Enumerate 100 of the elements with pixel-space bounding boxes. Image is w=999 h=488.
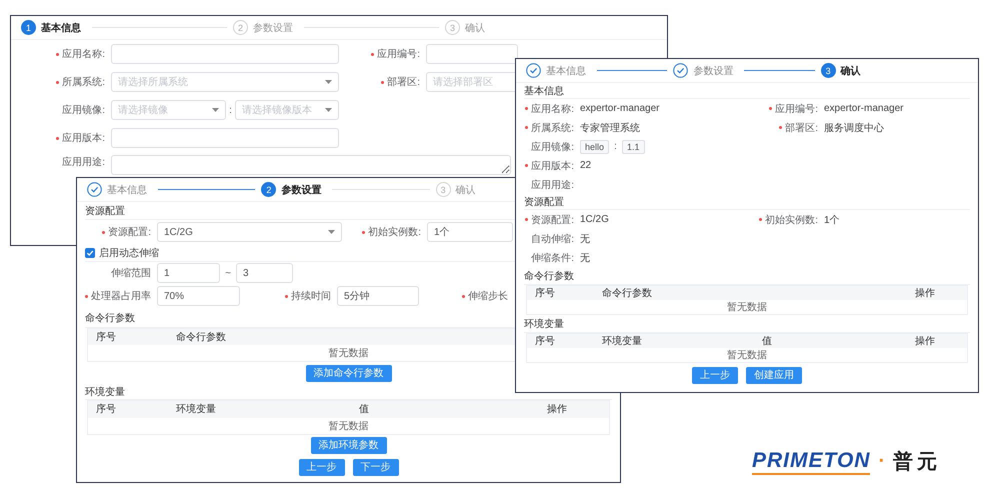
field-label: 资源配置: [108, 226, 151, 239]
field-label: 初始实例数: [368, 226, 421, 239]
field-value: expertor-manager [824, 103, 904, 114]
step-number: 3 [436, 182, 451, 197]
column-header: 值 [762, 335, 772, 348]
field-label: 自动伸缩: [531, 232, 574, 246]
step-title: 参数设置 [281, 184, 322, 196]
field-label: 初始实例数: [765, 214, 818, 226]
step-number: 2 [233, 20, 248, 35]
column-header: 值 [359, 403, 369, 416]
brand-name: 普元 [893, 449, 942, 475]
input-field[interactable] [111, 128, 339, 148]
step-number: 2 [261, 182, 276, 197]
field-label: 部署区: [785, 122, 818, 134]
step-number: 1 [21, 20, 36, 35]
checkbox[interactable] [85, 248, 95, 258]
section-title: 环境变量 [524, 315, 970, 333]
column-header: 序号 [535, 334, 555, 348]
field-value: 服务调度中心 [824, 122, 885, 134]
input-field[interactable]: 3 [236, 263, 293, 283]
field-label: 应用版本: [62, 132, 105, 145]
field-label: 应用版本: [531, 160, 574, 172]
field-value: expertor-manager [580, 103, 660, 114]
caret-down-icon [212, 108, 219, 112]
field-label: 应用用途: [531, 178, 574, 192]
column-header: 命令行参数 [602, 286, 652, 300]
field-label: 所属系统: [531, 122, 574, 134]
column-header: 操作 [915, 287, 935, 300]
field-value: 1个 [824, 214, 841, 226]
step-number: 3 [820, 63, 836, 78]
field-label: 伸缩范围 [111, 266, 151, 280]
field-label: 应用用途: [62, 156, 105, 169]
select-field[interactable]: 请选择镜像 [111, 100, 226, 120]
add-env-button[interactable]: 添加环境参数 [310, 437, 386, 454]
field-value: 无 [580, 232, 591, 246]
separator-text: : [613, 141, 618, 152]
checkbox-label: 启用动态伸缩 [99, 246, 159, 260]
step-title: 基本信息 [41, 22, 81, 34]
select-field[interactable]: 1C/2G [157, 222, 342, 242]
input-field[interactable]: 1 [157, 263, 220, 283]
field-label: 持续时间 [291, 290, 331, 303]
field-value: 22 [580, 160, 592, 171]
section-title: 基本信息 [524, 83, 970, 99]
column-header: 命令行参数 [176, 330, 226, 344]
caret-down-icon [328, 230, 335, 234]
column-header: 序号 [96, 330, 116, 344]
field-label: 应用名称: [531, 102, 574, 116]
field-label: 部署区: [387, 76, 420, 89]
step-title: 基本信息 [546, 64, 586, 78]
empty-text: 暂无数据 [727, 300, 767, 314]
field-label: 所属系统: [62, 76, 105, 89]
input-field[interactable]: 70% [157, 286, 240, 306]
separator-text: : [228, 104, 233, 116]
field-value: 专家管理系统 [580, 122, 641, 134]
field-label: 应用镜像: [62, 104, 105, 117]
input-field[interactable] [111, 44, 339, 64]
empty-text: 暂无数据 [727, 348, 767, 362]
tag: hello [580, 140, 610, 154]
field-label: 伸缩条件: [531, 252, 574, 264]
step-title: 基本信息 [107, 184, 147, 196]
brand-wordmark: PRIMETON [752, 448, 870, 474]
empty-text: 暂无数据 [328, 420, 368, 433]
step-title: 参数设置 [253, 22, 293, 34]
field-value: 无 [580, 252, 591, 264]
column-header: 操作 [547, 403, 567, 416]
step-button[interactable]: 创建应用 [746, 366, 802, 384]
step-button[interactable]: 下一步 [352, 458, 398, 476]
field-label: 处理器占用率 [91, 290, 151, 303]
field-label: 伸缩步长 [468, 290, 508, 303]
step-title: 确认 [456, 184, 476, 196]
field-label: 应用编号: [377, 48, 420, 61]
input-field[interactable] [426, 44, 518, 64]
field-label: 应用名称: [62, 48, 105, 61]
input-field[interactable]: 请选择部署区 [426, 72, 518, 92]
caret-down-icon [325, 108, 332, 112]
step-button[interactable]: 上一步 [692, 366, 738, 384]
step-title: 确认 [465, 22, 485, 34]
section-title: 命令行参数 [524, 267, 970, 285]
column-header: 序号 [96, 402, 116, 416]
column-header: 操作 [915, 335, 935, 348]
step-title: 参数设置 [693, 64, 734, 78]
field-label: 应用编号: [775, 102, 818, 116]
caret-down-icon [325, 80, 332, 84]
add-command-button[interactable]: 添加命令行参数 [306, 364, 392, 382]
empty-text: 暂无数据 [328, 346, 368, 360]
column-header: 环境变量 [602, 334, 642, 348]
textarea-field[interactable] [111, 155, 511, 175]
brand-separator: · [878, 450, 886, 473]
step-title: 确认 [840, 64, 861, 78]
step-number: 3 [445, 20, 460, 35]
select-field[interactable]: 请选择所属系统 [111, 72, 339, 92]
input-field[interactable]: 1个 [427, 222, 513, 242]
tag: 1.1 [622, 140, 645, 154]
step-button[interactable]: 上一步 [298, 458, 344, 476]
input-field[interactable]: 5分钟 [337, 286, 419, 306]
field-label: 应用镜像: [531, 140, 574, 154]
separator-text: ~ [224, 268, 232, 278]
column-header: 序号 [535, 286, 555, 300]
select-field[interactable]: 请选择镜像版本 [235, 100, 339, 120]
column-header: 环境变量 [176, 402, 216, 416]
